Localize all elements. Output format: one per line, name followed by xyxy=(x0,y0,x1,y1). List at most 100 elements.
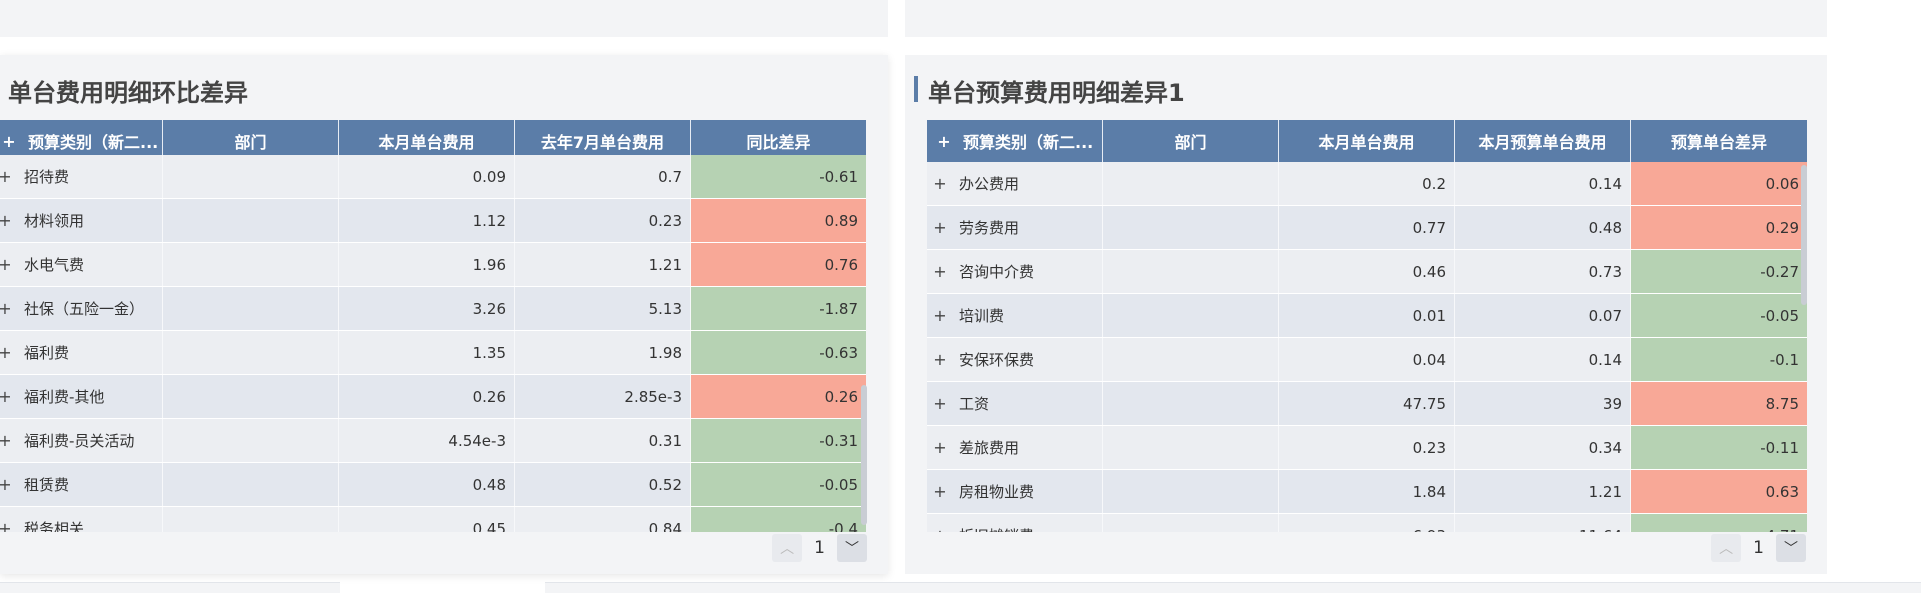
compare-value-cell: 5.13 xyxy=(515,287,691,330)
header-current[interactable]: 本月单台费用 xyxy=(1279,120,1455,162)
compare-value-cell: 1.98 xyxy=(515,331,691,374)
category-cell[interactable]: + 办公费用 xyxy=(927,162,1103,205)
category-cell[interactable]: + 折旧摊销费 xyxy=(927,514,1103,532)
category-cell[interactable]: + 水电气费 xyxy=(0,243,163,286)
category-cell[interactable]: + 培训费 xyxy=(927,294,1103,337)
table-row[interactable]: + 办公费用 0.2 0.14 0.06 xyxy=(927,162,1807,206)
diff-value-cell: 0.29 xyxy=(1631,206,1807,249)
header-dept[interactable]: 部门 xyxy=(1103,120,1279,162)
category-label: 折旧摊销费 xyxy=(959,525,1034,532)
expand-row-icon[interactable]: + xyxy=(933,350,947,369)
table-scrollbar[interactable] xyxy=(1801,165,1807,305)
expand-row-icon[interactable]: + xyxy=(0,475,12,494)
category-cell[interactable]: + 安保环保费 xyxy=(927,338,1103,381)
header-category[interactable]: + 预算类别（新二... xyxy=(927,120,1103,162)
category-cell[interactable]: + 材料领用 xyxy=(0,199,163,242)
category-cell[interactable]: + 社保（五险一金） xyxy=(0,287,163,330)
table-row[interactable]: + 差旅费用 0.23 0.34 -0.11 xyxy=(927,426,1807,470)
diff-value-cell: -1.87 xyxy=(691,287,866,330)
category-cell[interactable]: + 福利费-其他 xyxy=(0,375,163,418)
table-row[interactable]: + 福利费-其他 0.262.85e-30.26 xyxy=(0,375,866,419)
chevron-down-icon: ﹀ xyxy=(845,541,859,557)
dept-cell xyxy=(1103,514,1279,532)
next-page-button[interactable]: ﹀ xyxy=(837,534,867,562)
current-value-cell: 0.46 xyxy=(1279,250,1455,293)
current-value-cell: 0.26 xyxy=(339,375,515,418)
expand-row-icon[interactable]: + xyxy=(0,431,12,450)
category-cell[interactable]: + 福利费-员关活动 xyxy=(0,419,163,462)
category-cell[interactable]: + 劳务费用 xyxy=(927,206,1103,249)
table-row[interactable]: + 培训费 0.01 0.07 -0.05 xyxy=(927,294,1807,338)
expand-all-icon[interactable]: + xyxy=(2,132,16,151)
current-value-cell: 3.26 xyxy=(339,287,515,330)
dept-cell xyxy=(163,419,339,462)
category-cell[interactable]: + 租赁费 xyxy=(0,463,163,506)
expand-row-icon[interactable]: + xyxy=(0,519,12,532)
category-cell[interactable]: + 咨询中介费 xyxy=(927,250,1103,293)
table-row[interactable]: + 税务相关 0.450.84-0.4 xyxy=(0,507,866,532)
dept-cell xyxy=(1103,426,1279,469)
category-cell[interactable]: + 差旅费用 xyxy=(927,426,1103,469)
compare-value-cell: 0.31 xyxy=(515,419,691,462)
table-row[interactable]: + 材料领用 1.120.230.89 xyxy=(0,199,866,243)
expand-row-icon[interactable]: + xyxy=(933,394,947,413)
diff-value-cell: 0.76 xyxy=(691,243,866,286)
category-cell[interactable]: + 房租物业费 xyxy=(927,470,1103,513)
table-row[interactable]: + 水电气费 1.961.210.76 xyxy=(0,243,866,287)
next-page-button[interactable]: ﹀ xyxy=(1776,534,1806,562)
header-diff[interactable]: 预算单台差异 xyxy=(1631,120,1807,162)
expand-row-icon[interactable]: + xyxy=(933,438,947,457)
compare-value-cell: 0.14 xyxy=(1455,162,1631,205)
category-cell[interactable]: + 招待费 xyxy=(0,155,163,198)
category-label: 培训费 xyxy=(959,307,1005,325)
dept-cell xyxy=(1103,206,1279,249)
table-row[interactable]: + 咨询中介费 0.46 0.73 -0.27 xyxy=(927,250,1807,294)
dept-cell xyxy=(1103,382,1279,425)
expand-row-icon[interactable]: + xyxy=(0,387,12,406)
expand-all-icon[interactable]: + xyxy=(937,132,951,151)
table-row[interactable]: + 社保（五险一金） 3.265.13-1.87 xyxy=(0,287,866,331)
expand-row-icon[interactable]: + xyxy=(933,306,947,325)
category-cell[interactable]: + 福利费 xyxy=(0,331,163,374)
category-cell[interactable]: + 工资 xyxy=(927,382,1103,425)
table-row[interactable]: + 福利费-员关活动 4.54e-30.31-0.31 xyxy=(0,419,866,463)
diff-value-cell: 0.63 xyxy=(1631,470,1807,513)
dept-cell xyxy=(163,199,339,242)
expand-row-icon[interactable]: + xyxy=(933,218,947,237)
category-label: 材料领用 xyxy=(24,212,85,230)
table-row[interactable]: + 劳务费用 0.77 0.48 0.29 xyxy=(927,206,1807,250)
dept-cell xyxy=(163,507,339,532)
budget-unit-cost-diff-panel: 单台预算费用明细差异1 + 预算类别（新二... 部门 本月单台费用 本月预算单台… xyxy=(905,55,1827,574)
category-label: 办公费用 xyxy=(959,175,1020,193)
expand-row-icon[interactable]: + xyxy=(0,343,12,362)
table-row[interactable]: + 租赁费 0.480.52-0.05 xyxy=(0,463,866,507)
table-row[interactable]: + 招待费 0.090.7-0.61 xyxy=(0,155,866,199)
header-budget[interactable]: 本月预算单台费用 xyxy=(1455,120,1631,162)
compare-value-cell: 0.73 xyxy=(1455,250,1631,293)
expand-row-icon[interactable]: + xyxy=(0,255,12,274)
prev-page-button[interactable]: ︿ xyxy=(1711,534,1742,562)
category-cell[interactable]: + 税务相关 xyxy=(0,507,163,532)
prev-page-button[interactable]: ︿ xyxy=(772,534,803,562)
category-label: 劳务费用 xyxy=(959,219,1020,237)
table-row[interactable]: + 工资 47.75 39 8.75 xyxy=(927,382,1807,426)
table-scrollbar[interactable] xyxy=(861,385,867,525)
table-row[interactable]: + 安保环保费 0.04 0.14 -0.1 xyxy=(927,338,1807,382)
diff-value-cell: -0.4 xyxy=(691,507,866,532)
expand-row-icon[interactable]: + xyxy=(933,174,947,193)
expand-row-icon[interactable]: + xyxy=(0,211,12,230)
budget-unit-cost-table: + 预算类别（新二... 部门 本月单台费用 本月预算单台费用 预算单台差异 + 办… xyxy=(927,120,1807,532)
table-row[interactable]: + 折旧摊销费 6.9311.64-4.71 xyxy=(927,514,1807,532)
expand-row-icon[interactable]: + xyxy=(933,482,947,501)
table-header: + 预算类别（新二... 部门 本月单台费用 本月预算单台费用 预算单台差异 xyxy=(927,120,1807,162)
chevron-up-icon: ︿ xyxy=(780,541,795,557)
current-value-cell: 4.54e-3 xyxy=(339,419,515,462)
diff-value-cell: -0.05 xyxy=(1631,294,1807,337)
expand-row-icon[interactable]: + xyxy=(0,299,12,318)
table-row[interactable]: + 福利费 1.351.98-0.63 xyxy=(0,331,866,375)
expand-row-icon[interactable]: + xyxy=(933,526,947,532)
expand-row-icon[interactable]: + xyxy=(933,262,947,281)
unit-cost-mom-diff-panel: 单台费用明细环比差异 + 预算类别（新二... 部门 本月单台费用 去年7月单台费… xyxy=(0,55,888,574)
expand-row-icon[interactable]: + xyxy=(0,167,12,186)
table-row[interactable]: + 房租物业费 1.84 1.21 0.63 xyxy=(927,470,1807,514)
